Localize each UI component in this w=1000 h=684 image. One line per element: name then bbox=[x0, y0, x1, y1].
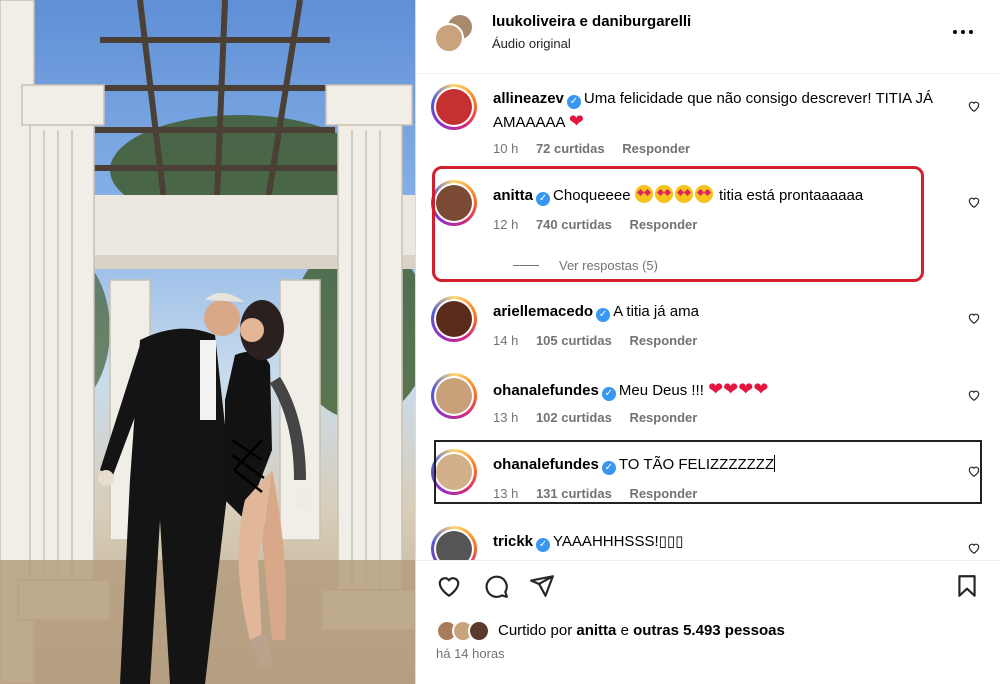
comment-username[interactable]: ohanalefundes bbox=[493, 382, 599, 399]
comment-text: ariellemacedo ✓ A titia já ama bbox=[493, 301, 953, 323]
post-photo[interactable] bbox=[0, 0, 415, 684]
liked-by-others[interactable]: outras 5.493 pessoas bbox=[633, 622, 785, 639]
post-authors[interactable]: luukoliveira e daniburgarelli bbox=[492, 13, 691, 30]
more-horizontal-icon[interactable] bbox=[951, 24, 975, 40]
comment-meta: 10 h 72 curtidas Responder bbox=[493, 141, 704, 156]
comment-meta: 13 h 102 curtidas Responder bbox=[493, 410, 711, 425]
liked-by-prefix: Curtido por bbox=[498, 622, 573, 639]
like-comment-heart-icon[interactable] bbox=[967, 99, 981, 113]
highlight-box-black bbox=[434, 440, 982, 504]
post-actions-bar: Curtido por anitta e outras 5.493 pessoa… bbox=[416, 560, 1000, 684]
comment-likes[interactable]: 102 curtidas bbox=[536, 410, 612, 425]
comment-time: 13 h bbox=[493, 410, 519, 425]
avatar[interactable] bbox=[431, 373, 477, 419]
avatar[interactable] bbox=[431, 84, 477, 130]
comment-body: YAAAHHHSSS!▯▯▯ bbox=[553, 533, 684, 550]
comment-username[interactable]: trickk bbox=[493, 533, 533, 550]
red-heart-emoji: ❤ bbox=[753, 379, 769, 399]
reply-button[interactable]: Responder bbox=[629, 410, 697, 425]
comment-username[interactable]: ariellemacedo bbox=[493, 303, 593, 320]
liked-by-conj: e bbox=[620, 622, 629, 639]
post-header: luukoliveira e daniburgarelli Áudio orig… bbox=[416, 0, 1000, 74]
red-heart-emoji: ❤ bbox=[708, 379, 724, 399]
photo-illustration bbox=[0, 0, 415, 684]
liked-by-text: Curtido por anitta e outras 5.493 pessoa… bbox=[498, 622, 785, 639]
comment-body: A titia já ama bbox=[613, 303, 699, 320]
comment-body: Meu Deus !!! bbox=[618, 382, 704, 399]
comment-text: ohanalefundes ✓ Meu Deus !!! ❤❤❤❤ bbox=[493, 378, 953, 402]
comment-time: 14 h bbox=[493, 333, 519, 348]
comment-icon[interactable] bbox=[483, 573, 509, 599]
comment-likes[interactable]: 72 curtidas bbox=[536, 141, 605, 156]
heart-icon[interactable] bbox=[436, 573, 462, 599]
like-comment-heart-icon[interactable] bbox=[967, 311, 981, 325]
comments-panel: luukoliveira e daniburgarelli Áudio orig… bbox=[415, 0, 1000, 684]
liked-by-user[interactable]: anitta bbox=[576, 622, 616, 639]
post-time-ago: há 14 horas bbox=[436, 646, 505, 661]
red-heart-emoji: ❤ bbox=[723, 379, 739, 399]
red-heart-emoji: ❤ bbox=[568, 111, 584, 131]
verified-badge-icon: ✓ bbox=[596, 308, 611, 322]
verified-badge-icon: ✓ bbox=[601, 387, 616, 401]
red-heart-emoji: ❤ bbox=[738, 379, 754, 399]
verified-badge-icon: ✓ bbox=[566, 95, 581, 109]
avatar bbox=[434, 23, 464, 53]
like-comment-heart-icon[interactable] bbox=[967, 195, 981, 209]
comment-likes[interactable]: 105 curtidas bbox=[536, 333, 612, 348]
avatar[interactable] bbox=[431, 296, 477, 342]
instagram-post-view: luukoliveira e daniburgarelli Áudio orig… bbox=[0, 0, 1000, 684]
bookmark-icon[interactable] bbox=[954, 573, 980, 599]
highlight-box-red bbox=[432, 166, 924, 282]
reply-button[interactable]: Responder bbox=[622, 141, 690, 156]
comment-time: 10 h bbox=[493, 141, 519, 156]
comment-meta: 14 h 105 curtidas Responder bbox=[493, 333, 711, 348]
comment-text: trickk ✓ YAAAHHHSSS!▯▯▯ bbox=[493, 531, 953, 553]
comment-item: trickk ✓ YAAAHHHSSS!▯▯▯ bbox=[416, 526, 1000, 560]
audio-label[interactable]: Áudio original bbox=[492, 36, 571, 51]
avatar[interactable] bbox=[431, 526, 477, 560]
verified-badge-icon: ✓ bbox=[536, 538, 551, 552]
co-author-avatars[interactable] bbox=[434, 13, 474, 53]
comment-username[interactable]: allineazev bbox=[493, 90, 564, 107]
send-icon[interactable] bbox=[529, 573, 555, 599]
like-comment-heart-icon[interactable] bbox=[967, 541, 981, 555]
avatar bbox=[468, 620, 490, 642]
comment-text: allineazev ✓ Uma felicidade que não consig… bbox=[493, 88, 953, 134]
reply-button[interactable]: Responder bbox=[629, 333, 697, 348]
like-comment-heart-icon[interactable] bbox=[967, 388, 981, 402]
